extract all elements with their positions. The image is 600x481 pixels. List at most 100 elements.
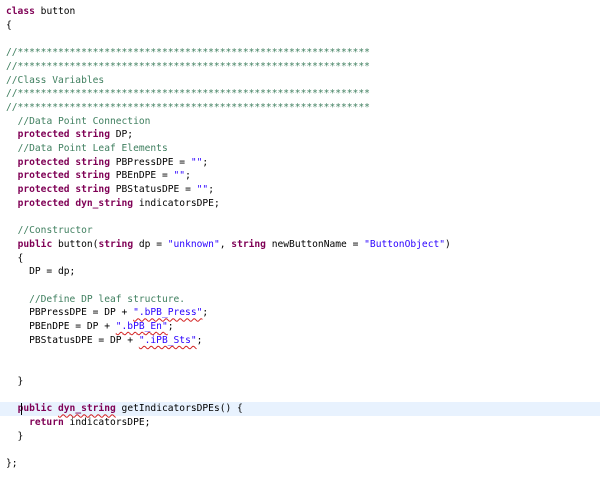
code-line[interactable]: //**************************************… bbox=[0, 87, 600, 101]
code-token-comment: //Define DP leaf structure. bbox=[29, 293, 186, 305]
code-line[interactable]: protected string PBEnDPE = ""; bbox=[0, 169, 600, 183]
code-line[interactable]: PBStatusDPE = DP + ".iPB_Sts"; bbox=[0, 334, 600, 348]
code-token-plain: indicatorsDPE; bbox=[133, 197, 220, 209]
code-token-plain: dp = bbox=[133, 238, 168, 250]
code-token-plain: ; bbox=[167, 321, 174, 333]
code-token-comment: //**************************************… bbox=[6, 47, 370, 59]
code-line[interactable]: protected string PBStatusDPE = ""; bbox=[0, 183, 600, 197]
code-token-kw: public bbox=[17, 403, 53, 415]
code-token-plain: PBEnDPE = bbox=[109, 170, 174, 182]
code-token-kw: string bbox=[98, 238, 134, 250]
code-token-plain: , bbox=[219, 238, 232, 250]
code-line[interactable]: //Constructor bbox=[0, 224, 600, 238]
code-token-kw: return bbox=[29, 417, 64, 428]
code-token-kw: string bbox=[231, 238, 266, 250]
code-token-string: "unknown" bbox=[167, 238, 220, 250]
code-line[interactable] bbox=[0, 348, 600, 362]
code-token-string: ".iPB_Sts" bbox=[138, 334, 197, 346]
code-token-comment: //Data Point Leaf Elements bbox=[17, 143, 168, 154]
code-line[interactable] bbox=[0, 32, 600, 46]
code-line[interactable]: PBEnDPE = DP + ".bPB_En"; bbox=[0, 320, 600, 334]
code-token-plain: DP = dp; bbox=[6, 266, 76, 278]
code-line[interactable]: } bbox=[0, 430, 600, 444]
code-token-plain: { bbox=[6, 252, 24, 264]
code-line[interactable]: { bbox=[0, 252, 600, 266]
code-token-plain: }; bbox=[6, 458, 18, 470]
code-token-string: ".bPB_En" bbox=[115, 321, 168, 333]
code-token-kw: dyn_string bbox=[58, 403, 116, 415]
code-token-plain: ) bbox=[445, 238, 451, 250]
code-line[interactable] bbox=[0, 443, 600, 457]
code-line[interactable]: class button bbox=[0, 5, 600, 19]
code-token-comment: //**************************************… bbox=[6, 60, 370, 72]
code-token-plain: PBStatusDPE = DP + bbox=[6, 334, 139, 346]
code-line[interactable]: protected string DP; bbox=[0, 128, 600, 142]
code-line[interactable] bbox=[0, 279, 600, 293]
code-token-plain: } bbox=[6, 375, 24, 387]
code-line[interactable]: //**************************************… bbox=[0, 46, 600, 60]
code-token-comment: //**************************************… bbox=[6, 101, 370, 113]
code-token-plain: ; bbox=[196, 334, 203, 346]
code-line[interactable]: return indicatorsDPE; bbox=[0, 416, 600, 430]
code-token-kw: class bbox=[6, 6, 35, 17]
code-token-plain: PBEnDPE = DP + bbox=[6, 321, 116, 333]
code-token-kw: public bbox=[17, 238, 53, 250]
code-line[interactable]: public button(string dp = "unknown", str… bbox=[0, 238, 600, 252]
code-line[interactable]: protected string PBPressDPE = ""; bbox=[0, 156, 600, 170]
code-token-plain: PBStatusDPE = bbox=[109, 184, 197, 196]
code-token-plain: PBPressDPE = DP + bbox=[6, 307, 134, 319]
code-token-kw: protected bbox=[17, 184, 70, 196]
code-line[interactable]: } bbox=[0, 375, 600, 389]
code-token-kw: protected bbox=[17, 170, 70, 182]
code-line[interactable]: protected dyn_string indicatorsDPE; bbox=[0, 197, 600, 211]
code-line[interactable]: //Define DP leaf structure. bbox=[0, 293, 600, 307]
code-token-comment: //**************************************… bbox=[6, 88, 370, 100]
code-line[interactable]: //**************************************… bbox=[0, 101, 600, 115]
code-line[interactable]: PBPressDPE = DP + ".bPB_Press"; bbox=[0, 306, 600, 320]
code-token-kw: string bbox=[75, 184, 110, 196]
code-editor[interactable]: class button{//*************************… bbox=[0, 0, 600, 481]
code-token-plain: getIndicatorsDPEs() { bbox=[115, 403, 243, 415]
code-token-plain: DP; bbox=[109, 129, 134, 141]
code-line[interactable] bbox=[0, 361, 600, 375]
code-token-kw: string bbox=[75, 156, 110, 168]
code-token-string: "" bbox=[173, 170, 186, 182]
code-token-comment: //Data Point Connection bbox=[17, 115, 151, 127]
code-token-kw: protected bbox=[17, 129, 70, 141]
code-line[interactable]: { bbox=[0, 19, 600, 33]
code-line[interactable]: DP = dp; bbox=[0, 265, 600, 279]
code-token-kw: string bbox=[75, 170, 110, 182]
code-line[interactable]: public dyn_string getIndicatorsDPEs() { bbox=[0, 402, 600, 416]
code-token-string: "" bbox=[196, 184, 209, 196]
code-line[interactable] bbox=[0, 389, 600, 403]
code-token-plain: ; bbox=[202, 156, 209, 168]
code-token-comment: //Constructor bbox=[17, 225, 93, 237]
code-token-plain: ; bbox=[185, 170, 191, 182]
code-line[interactable]: //Class Variables bbox=[0, 74, 600, 88]
code-token-plain: PBPressDPE = bbox=[109, 156, 191, 168]
code-line[interactable]: //**************************************… bbox=[0, 60, 600, 74]
code-token-kw: dyn_string bbox=[75, 197, 134, 209]
code-line[interactable] bbox=[0, 211, 600, 225]
code-line[interactable]: }; bbox=[0, 457, 600, 471]
code-line[interactable]: //Data Point Connection bbox=[0, 115, 600, 129]
code-token-string: ".bPB_Press" bbox=[133, 307, 203, 319]
code-token-plain: } bbox=[6, 430, 24, 442]
code-token-string: "" bbox=[190, 156, 203, 168]
code-line[interactable]: //Data Point Leaf Elements bbox=[0, 142, 600, 156]
code-token-plain: ; bbox=[208, 184, 214, 196]
code-token-plain: indicatorsDPE; bbox=[63, 417, 151, 428]
code-token-plain: newButtonName = bbox=[265, 238, 365, 250]
